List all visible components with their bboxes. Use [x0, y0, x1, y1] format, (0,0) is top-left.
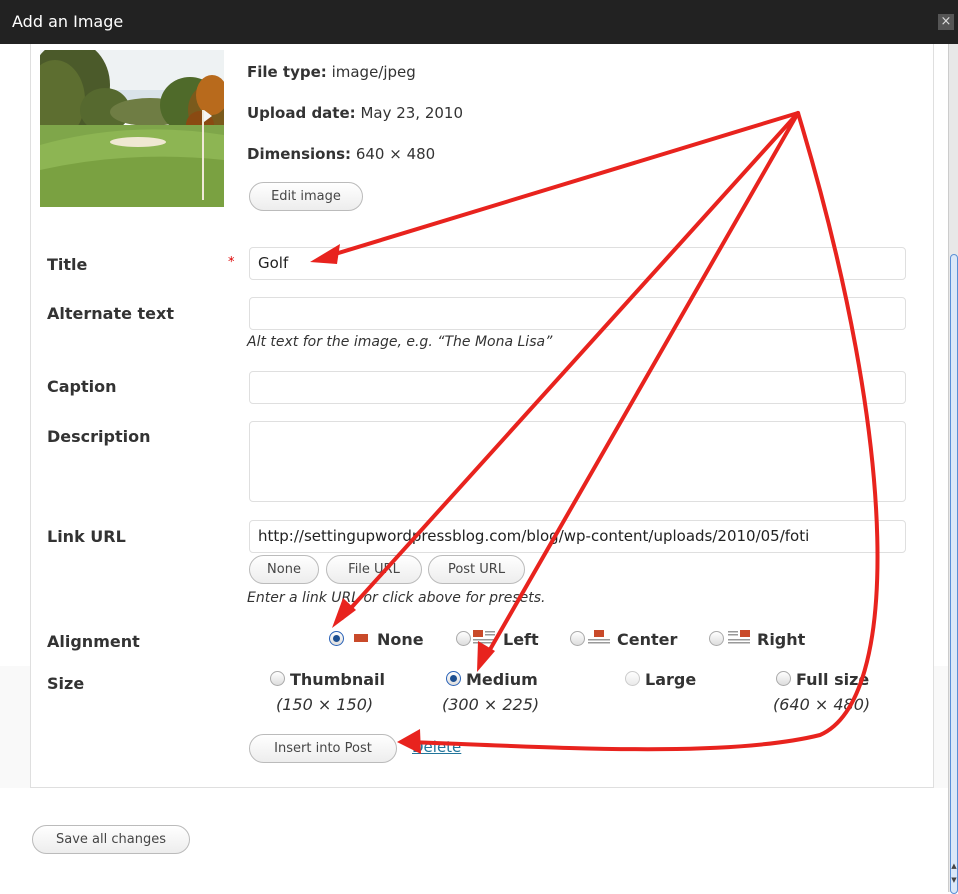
align-center-icon — [588, 630, 610, 644]
link-url-label: Link URL — [47, 527, 126, 546]
size-thumbnail-label: Thumbnail — [290, 670, 385, 689]
save-all-changes-button[interactable]: Save all changes — [32, 825, 190, 854]
dimensions: Dimensions: 640 × 480 — [247, 145, 435, 163]
size-large-radio[interactable] — [625, 671, 640, 686]
align-none-label: None — [377, 630, 424, 649]
insert-into-post-button[interactable]: Insert into Post — [249, 734, 397, 763]
scroll-up-arrow-icon[interactable]: ▲ — [949, 862, 958, 870]
align-center-label: Center — [617, 630, 678, 649]
title-input[interactable]: Golf — [249, 247, 906, 280]
alt-text-label: Alternate text — [47, 304, 174, 323]
size-thumbnail-dims: (150 × 150) — [276, 695, 374, 714]
edit-image-button[interactable]: Edit image — [249, 182, 363, 211]
dialog-title: Add an Image — [12, 12, 124, 31]
delete-link[interactable]: Delete — [412, 738, 461, 756]
caption-input[interactable] — [249, 371, 906, 404]
align-center-radio[interactable] — [570, 631, 585, 646]
scrollbar[interactable]: ▲ ▼ — [948, 44, 958, 894]
link-file-url-button[interactable]: File URL — [326, 555, 422, 584]
align-right-icon — [728, 630, 750, 644]
align-right-label: Right — [757, 630, 806, 649]
size-medium-dims: (300 × 225) — [442, 695, 540, 714]
align-left-label: Left — [503, 630, 539, 649]
size-large-label: Large — [645, 670, 697, 689]
image-thumbnail — [40, 50, 224, 207]
size-full-dims: (640 × 480) — [773, 695, 871, 714]
size-medium-label: Medium — [466, 670, 538, 689]
close-icon[interactable]: × — [938, 14, 954, 30]
alt-text-input[interactable] — [249, 297, 906, 330]
dimensions-value: 640 × 480 — [355, 145, 436, 163]
alt-text-help: Alt text for the image, e.g. “The Mona L… — [247, 334, 553, 350]
file-type: File type: image/jpeg — [247, 63, 416, 81]
link-post-url-button[interactable]: Post URL — [428, 555, 525, 584]
upload-date-value: May 23, 2010 — [360, 104, 464, 122]
caption-label: Caption — [47, 377, 117, 396]
size-medium-radio[interactable] — [446, 671, 461, 686]
link-url-input[interactable]: http://settingupwordpressblog.com/blog/w… — [249, 520, 906, 553]
link-none-button[interactable]: None — [249, 555, 319, 584]
size-thumbnail-radio[interactable] — [270, 671, 285, 686]
upload-date: Upload date: May 23, 2010 — [247, 104, 463, 122]
size-full-radio[interactable] — [776, 671, 791, 686]
file-type-value: image/jpeg — [331, 63, 416, 81]
dialog-titlebar: Add an Image × — [0, 0, 958, 44]
title-label: Title — [47, 255, 88, 274]
upload-date-label: Upload date: — [247, 104, 356, 122]
description-textarea[interactable] — [249, 421, 906, 502]
align-right-radio[interactable] — [709, 631, 724, 646]
scrollbar-thumb[interactable] — [950, 254, 958, 894]
align-none-radio[interactable] — [329, 631, 344, 646]
file-type-label: File type: — [247, 63, 327, 81]
size-full-label: Full size — [796, 670, 870, 689]
golf-course-thumbnail-icon — [40, 50, 224, 207]
size-label: Size — [47, 674, 85, 693]
link-url-help: Enter a link URL or click above for pres… — [247, 590, 546, 606]
required-mark: * — [228, 255, 235, 270]
description-label: Description — [47, 427, 151, 446]
dimensions-label: Dimensions: — [247, 145, 352, 163]
align-left-icon — [473, 630, 495, 644]
alignment-label: Alignment — [47, 632, 140, 651]
align-none-icon — [354, 634, 368, 642]
align-left-radio[interactable] — [456, 631, 471, 646]
scroll-down-arrow-icon[interactable]: ▼ — [949, 876, 958, 884]
